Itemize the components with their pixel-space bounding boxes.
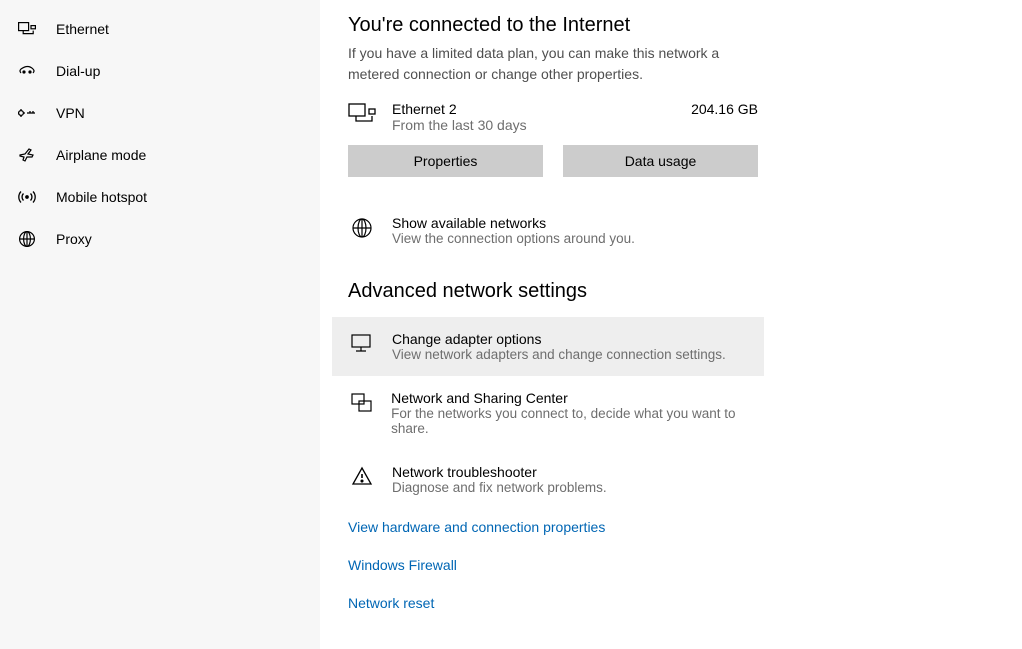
link-windows-firewall[interactable]: Windows Firewall <box>348 557 994 573</box>
sharing-icon <box>348 392 375 414</box>
available-desc: View the connection options around you. <box>392 231 635 246</box>
page-subtext: If you have a limited data plan, you can… <box>348 43 768 85</box>
troubleshoot-desc: Diagnose and fix network problems. <box>392 480 607 495</box>
globe-icon <box>348 217 376 239</box>
network-name: Ethernet 2 <box>392 101 675 117</box>
network-status-panel: You're connected to the Internet If you … <box>320 0 1022 649</box>
sidebar-item-dialup[interactable]: Dial-up <box>0 50 320 92</box>
sharing-desc: For the networks you connect to, decide … <box>391 406 764 436</box>
troubleshoot-title: Network troubleshooter <box>392 464 607 480</box>
ethernet-large-icon <box>348 103 376 130</box>
show-available-networks[interactable]: Show available networks View the connect… <box>348 205 994 256</box>
adapter-icon <box>348 333 376 353</box>
sidebar-item-label: Mobile hotspot <box>56 189 147 205</box>
sidebar-item-hotspot[interactable]: Mobile hotspot <box>0 176 320 218</box>
advanced-section-title: Advanced network settings <box>348 280 994 303</box>
sidebar-item-label: Proxy <box>56 231 92 247</box>
ethernet-icon <box>18 20 36 38</box>
sidebar-item-label: VPN <box>56 105 85 121</box>
warning-icon <box>348 466 376 486</box>
settings-sidebar: Ethernet Dial-up VPN Airpl <box>0 0 320 649</box>
sidebar-item-airplane[interactable]: Airplane mode <box>0 134 320 176</box>
sharing-title: Network and Sharing Center <box>391 390 764 406</box>
sidebar-item-label: Dial-up <box>56 63 100 79</box>
sidebar-item-label: Ethernet <box>56 21 109 37</box>
sidebar-item-label: Airplane mode <box>56 147 146 163</box>
sidebar-item-proxy[interactable]: Proxy <box>0 218 320 260</box>
change-adapter-options[interactable]: Change adapter options View network adap… <box>332 317 764 376</box>
vpn-icon <box>18 104 36 122</box>
network-period: From the last 30 days <box>392 117 675 133</box>
properties-button[interactable]: Properties <box>348 145 543 177</box>
network-summary: Ethernet 2 From the last 30 days 204.16 … <box>348 101 758 133</box>
sidebar-item-vpn[interactable]: VPN <box>0 92 320 134</box>
adapter-desc: View network adapters and change connect… <box>392 347 726 362</box>
network-usage: 204.16 GB <box>691 101 758 117</box>
network-troubleshooter[interactable]: Network troubleshooter Diagnose and fix … <box>332 450 764 509</box>
data-usage-button[interactable]: Data usage <box>563 145 758 177</box>
adapter-title: Change adapter options <box>392 331 726 347</box>
sidebar-item-ethernet[interactable]: Ethernet <box>0 8 320 50</box>
dialup-icon <box>18 62 36 80</box>
network-sharing-center[interactable]: Network and Sharing Center For the netwo… <box>332 376 764 450</box>
airplane-icon <box>18 146 36 164</box>
available-title: Show available networks <box>392 215 635 231</box>
hotspot-icon <box>18 188 36 206</box>
page-headline: You're connected to the Internet <box>348 14 994 37</box>
link-network-reset[interactable]: Network reset <box>348 595 994 611</box>
link-hardware-properties[interactable]: View hardware and connection properties <box>348 519 994 535</box>
proxy-icon <box>18 230 36 248</box>
